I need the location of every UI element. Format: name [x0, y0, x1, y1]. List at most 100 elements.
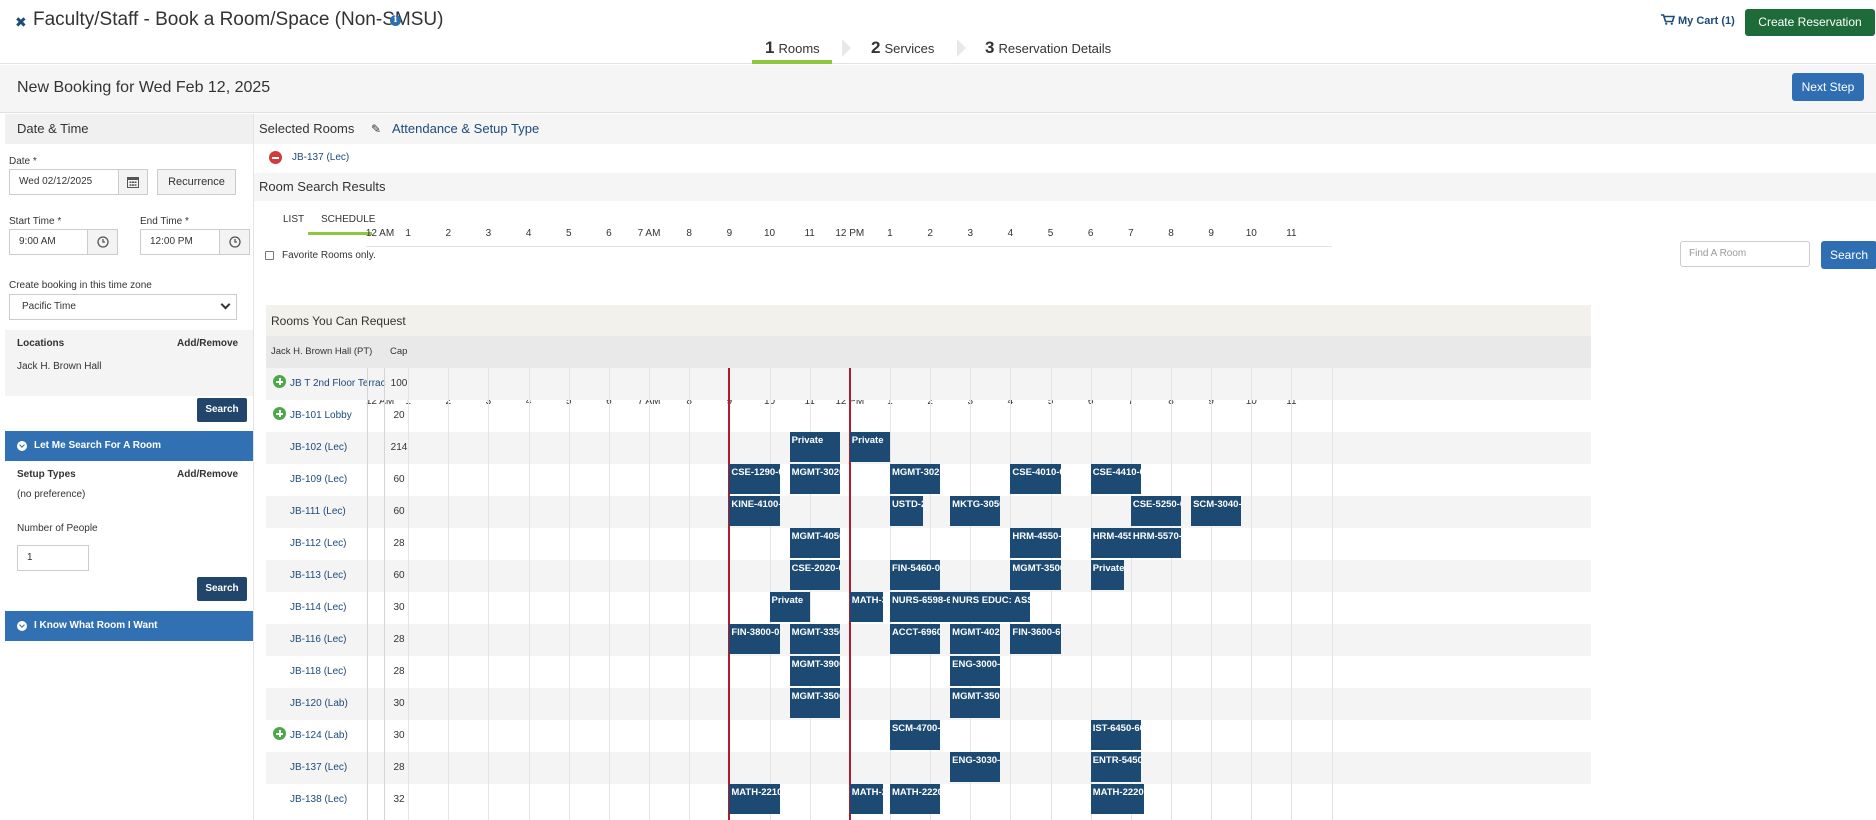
step-rooms[interactable]: 1 Rooms — [765, 38, 820, 58]
tab-list[interactable]: LIST — [283, 214, 304, 225]
booking-block[interactable]: NURS-6598-60 — [889, 592, 951, 622]
booking-block[interactable]: NURS EDUC: ASSESSMENT — [950, 592, 1031, 622]
hour-tick-label: 3 — [967, 228, 974, 239]
setup-add-remove-link[interactable]: Add/Remove — [177, 469, 238, 480]
location-value: Jack H. Brown Hall — [17, 361, 102, 372]
booking-block[interactable]: MATH-2220-03 CANC — [1090, 784, 1145, 814]
booking-block[interactable]: MATH-3 — [849, 592, 884, 622]
booking-block[interactable]: MGMT-3020 — [789, 464, 840, 494]
room-name-link[interactable]: JB-102 (Lec) — [290, 442, 386, 453]
booking-block[interactable]: MGMT-3350 — [789, 624, 840, 654]
booking-block[interactable]: SCM-3040-01 — [1191, 496, 1242, 526]
recurrence-button[interactable]: Recurrence — [157, 169, 236, 195]
calendar-button[interactable] — [118, 169, 148, 195]
booking-block[interactable]: MGMT-4050 — [789, 528, 840, 558]
booking-block[interactable]: CSE-4010-01 — [1010, 464, 1061, 494]
booking-block[interactable]: Private — [1090, 560, 1124, 590]
room-name-link[interactable]: JB-137 (Lec) — [290, 762, 386, 773]
booking-block[interactable]: FIN-3600-60 — [1010, 624, 1061, 654]
find-room-input[interactable]: Find A Room — [1680, 241, 1810, 267]
booking-block[interactable]: Private — [769, 592, 810, 622]
end-time-input[interactable]: 12:00 PM — [140, 229, 220, 255]
booking-block[interactable]: CSE-4410-01 — [1090, 464, 1141, 494]
add-room-icon[interactable] — [273, 375, 286, 388]
step-reservation-details[interactable]: 3 Reservation Details — [985, 38, 1111, 58]
booking-block[interactable]: MATH-2220-01 — [889, 784, 941, 814]
start-time-clock-button[interactable] — [87, 229, 118, 255]
room-name-link[interactable]: JB-114 (Lec) — [290, 602, 386, 613]
booking-block[interactable]: ACCT-6960-01 — [889, 624, 941, 654]
find-room-search-button[interactable]: Search — [1821, 241, 1876, 269]
hour-tick-label: 5 — [565, 228, 572, 239]
booking-block[interactable]: KINE-4100-01 — [729, 496, 780, 526]
room-name-link[interactable]: JB-118 (Lec) — [290, 666, 386, 677]
step-services[interactable]: 2 Services — [871, 38, 934, 58]
add-room-icon[interactable] — [273, 407, 286, 420]
remove-room-icon[interactable] — [269, 151, 282, 164]
booking-block[interactable]: FIN-3800-01 — [729, 624, 780, 654]
locations-add-remove-link[interactable]: Add/Remove — [177, 338, 238, 349]
room-name-link[interactable]: JB-120 (Lab) — [290, 698, 386, 709]
info-icon[interactable]: i — [390, 15, 401, 26]
attendance-setup-link[interactable]: Attendance & Setup Type — [392, 121, 539, 136]
end-time-clock-button[interactable] — [219, 229, 250, 255]
booking-block[interactable]: MKTG-3050-01 — [950, 496, 1001, 526]
booking-block[interactable]: MGMT-3500 — [1010, 560, 1061, 590]
room-name-link[interactable]: JB-111 (Lec) — [290, 506, 386, 517]
next-step-button[interactable]: Next Step — [1792, 73, 1864, 101]
room-name-link[interactable]: JB-113 (Lec) — [290, 570, 386, 581]
selected-rooms-title: Selected Rooms — [259, 121, 355, 136]
close-icon[interactable]: ✖ — [15, 14, 27, 31]
booking-block[interactable]: CSE-5250-02 — [1130, 496, 1182, 526]
start-time-input[interactable]: 9:00 AM — [9, 229, 88, 255]
timezone-value: Pacific Time — [22, 301, 76, 312]
booking-block[interactable]: Private — [789, 432, 840, 462]
my-cart-link[interactable]: My Cart (1) — [1661, 14, 1735, 27]
booking-block[interactable]: HRM-4550-60 — [1010, 528, 1061, 558]
booking-block[interactable]: MGMT-3500 — [789, 688, 840, 718]
room-name-link[interactable]: JB-116 (Lec) — [290, 634, 386, 645]
booking-block[interactable]: ENTR-5450-60 — [1090, 752, 1141, 782]
room-capacity: 28 — [393, 538, 405, 549]
booking-block[interactable]: ENG-3030-01 — [950, 752, 1001, 782]
booking-block[interactable]: HRM-5570-60 — [1130, 528, 1182, 558]
booking-block[interactable]: USTD-2000 — [889, 496, 924, 526]
booking-block[interactable]: MATH-2210-01 — [729, 784, 780, 814]
booking-block[interactable]: Private — [849, 432, 890, 462]
hour-grid-line — [1171, 368, 1172, 820]
booking-block[interactable]: FIN-5460-03 — [889, 560, 941, 590]
clock-icon — [96, 236, 109, 248]
room-name-link[interactable]: JB-109 (Lec) — [290, 474, 386, 485]
tab-schedule[interactable]: SCHEDULE — [321, 214, 375, 225]
room-name-link[interactable]: JB-138 (Lec) — [290, 794, 386, 805]
search-button-2[interactable]: Search — [197, 577, 247, 601]
room-name-link[interactable]: JB T 2nd Floor Terrace — [290, 378, 386, 389]
booking-block[interactable]: SCM-4700-60 — [889, 720, 941, 750]
booking-block[interactable]: IST-6450-60 — [1090, 720, 1141, 750]
booking-block[interactable]: MGMT-3500 — [950, 688, 1001, 718]
selected-room[interactable]: JB-137 (Lec) — [292, 152, 349, 163]
people-input[interactable]: 1 — [17, 545, 89, 571]
let-me-search-toggle[interactable]: Let Me Search For A Room — [5, 431, 253, 461]
add-room-icon[interactable] — [273, 727, 286, 740]
booking-block[interactable]: MATH-2 — [849, 784, 884, 814]
room-capacity: 28 — [393, 762, 405, 773]
booking-block[interactable]: CSE-2020-01 — [789, 560, 840, 590]
hour-grid-line — [528, 368, 530, 820]
booking-block[interactable]: MGMT-4020 — [950, 624, 1001, 654]
booking-block[interactable]: CSE-1290-01 — [729, 464, 780, 494]
booking-block[interactable]: ENG-3000-01 — [950, 656, 1001, 686]
room-capacity: 60 — [393, 506, 405, 517]
search-button[interactable]: Search — [197, 398, 247, 422]
create-reservation-button[interactable]: Create Reservation — [1745, 9, 1875, 36]
favorite-rooms-checkbox[interactable] — [265, 251, 274, 260]
date-input[interactable]: Wed 02/12/2025 — [9, 169, 119, 195]
room-name-link[interactable]: JB-124 (Lab) — [290, 730, 386, 741]
booking-block[interactable]: MGMT-3020 — [889, 464, 941, 494]
booking-block[interactable]: MGMT-3900 — [789, 656, 840, 686]
i-know-room-toggle[interactable]: I Know What Room I Want — [5, 611, 253, 641]
timezone-select[interactable]: Pacific Time — [9, 294, 237, 320]
room-name-link[interactable]: JB-112 (Lec) — [290, 538, 386, 549]
pencil-icon[interactable]: ✎ — [371, 122, 381, 136]
room-name-link[interactable]: JB-101 Lobby — [290, 410, 386, 421]
